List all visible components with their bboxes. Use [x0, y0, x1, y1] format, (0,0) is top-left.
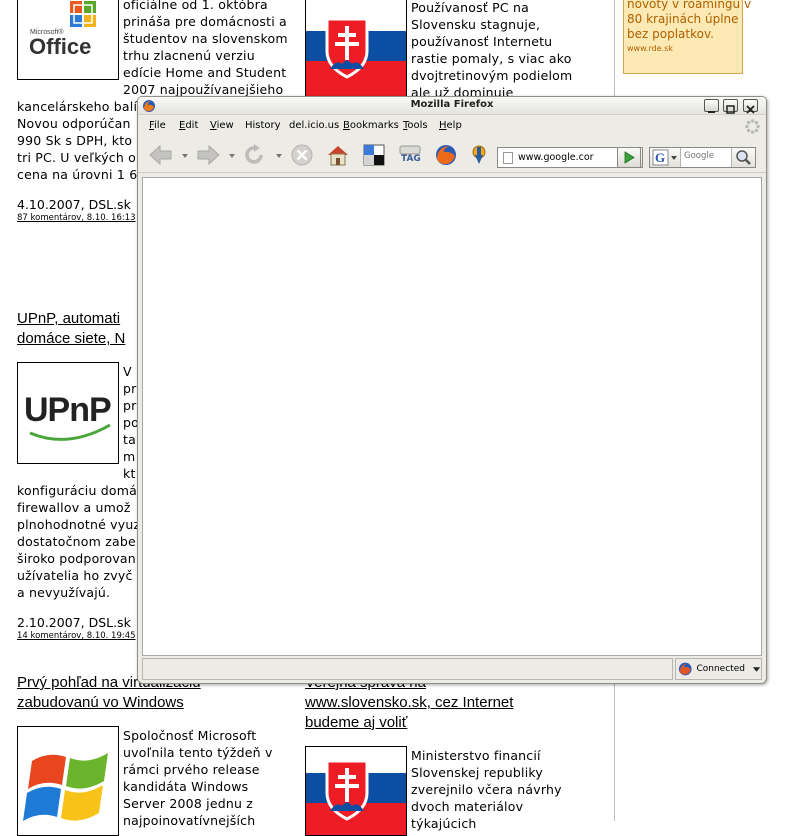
tag-button[interactable]: TAG [396, 143, 424, 167]
upnp-swoosh-icon [29, 423, 111, 441]
activity-throbber-icon [745, 119, 760, 134]
roaming-ad-text: novoty v roamingu v 80 krajinách úplne b… [627, 0, 752, 41]
search-submit-button[interactable] [731, 148, 755, 167]
article1-body-line-4: tri PC. U veľkých o [17, 150, 137, 165]
status-message-panel [142, 658, 673, 680]
office-logo-text: Office [29, 34, 92, 59]
menu-bookmarks[interactable]: Bookmarks [343, 120, 399, 131]
article4-intro: Spoločnosť Microsoft uvoľnila tento týžd… [123, 728, 273, 828]
menu-history[interactable]: History [245, 120, 281, 131]
window-title: Mozilla Firefox [410, 99, 494, 110]
article1-body-line-2: Novou odporúčan [17, 116, 131, 131]
article3-comments-link[interactable]: 14 komentárov, 8.10. 19:45 [17, 631, 136, 641]
reload-icon [245, 144, 263, 164]
search-bar[interactable]: G [649, 147, 756, 168]
article3-date: 2.10.2007, DSL.sk [17, 615, 131, 630]
maximize-icon [726, 105, 735, 114]
svg-text:G: G [655, 150, 665, 165]
slovakia-flag-thumbnail[interactable] [305, 0, 407, 100]
status-bar: Connected [142, 658, 762, 680]
article1-intro: oficiálne od 1. októbra prináša pre domá… [123, 0, 288, 97]
delicious-icon [363, 144, 385, 166]
firefox-icon-button[interactable] [432, 143, 460, 167]
windows-logo-thumbnail[interactable] [17, 726, 119, 836]
go-button[interactable] [617, 147, 641, 168]
article1-body-line-3: 990 Sk s DPH, kto [17, 133, 133, 148]
back-history-dropdown-icon[interactable] [182, 154, 188, 158]
forward-arrow-icon [197, 144, 220, 166]
minimize-button[interactable] [704, 99, 719, 113]
menu-edit[interactable]: Edit [179, 120, 198, 131]
google-engine-icon: G [652, 149, 677, 166]
slovakia-flag-thumbnail-2[interactable] [305, 746, 407, 836]
reload-button[interactable] [241, 143, 269, 167]
roaming-ad-url[interactable]: www.rde.sk [627, 44, 739, 53]
minimize-icon [708, 111, 715, 113]
page-favicon-icon [503, 151, 513, 164]
browser-content-area[interactable] [142, 177, 762, 656]
stop-icon [291, 144, 313, 166]
search-input[interactable] [684, 151, 728, 161]
tag-label: TAG [401, 154, 421, 164]
connection-dropdown-icon[interactable] [752, 665, 761, 673]
article1-comments-link[interactable]: 87 komentárov, 8.10. 16:13 [17, 213, 136, 223]
article1-body-line-1: kancelárskeho balí [17, 99, 138, 114]
download-arrow-icon [472, 145, 486, 164]
article1-date: 4.10.2007, DSL.sk [17, 197, 131, 212]
forward-button[interactable] [194, 143, 222, 167]
search-engine-selector[interactable]: G [650, 148, 681, 167]
article5-intro: Ministerstvo financií Slovenskej republi… [411, 748, 562, 831]
close-button[interactable] [743, 99, 758, 114]
menu-view[interactable]: View [210, 120, 234, 131]
windows-logo-icon [23, 753, 108, 821]
window-titlebar[interactable]: Mozilla Firefox [138, 97, 766, 115]
home-icon [328, 146, 348, 166]
forward-history-dropdown-icon[interactable] [229, 154, 235, 158]
article2-intro: Používanosť PC na Slovensku stagnuje, po… [411, 0, 573, 100]
connection-status-panel[interactable]: Connected [675, 658, 762, 680]
download-button[interactable] [465, 143, 493, 167]
connection-status-label: Connected [696, 664, 745, 674]
menu-bar: File Edit View History del.icio.us Bookm… [138, 117, 766, 135]
menu-delicious[interactable]: del.icio.us [289, 120, 339, 131]
back-button[interactable] [147, 143, 175, 167]
reload-dropdown-icon[interactable] [276, 154, 282, 158]
maximize-button[interactable] [723, 99, 738, 114]
delicious-button[interactable] [361, 143, 387, 167]
menu-tools[interactable]: Tools [403, 120, 428, 131]
connection-globe-icon [678, 662, 692, 676]
article1-body-line-5: cena na úrovni 1 6 [17, 167, 138, 182]
go-arrow-icon [624, 151, 635, 164]
search-icon [736, 150, 751, 165]
slovakia-flag-icon [306, 0, 406, 99]
firefox-globe-icon [436, 145, 456, 165]
menu-file[interactable]: File [149, 120, 166, 131]
upnp-logo-thumbnail[interactable]: UPnP [17, 362, 119, 464]
slovakia-flag-icon-2 [306, 747, 406, 835]
back-arrow-icon [149, 144, 172, 166]
menu-help[interactable]: Help [439, 120, 462, 131]
firefox-window[interactable]: Mozilla Firefox File Edit View History d… [137, 96, 767, 684]
roaming-ad[interactable]: novoty v roamingu v 80 krajinách úplne b… [623, 0, 752, 74]
home-button[interactable] [324, 143, 352, 167]
url-input[interactable] [518, 152, 604, 163]
office-logo-thumbnail[interactable]: Microsoft® Office [17, 0, 119, 80]
article3-body: konfiguráciu domá firewallov a umož plno… [17, 483, 141, 600]
stop-button[interactable] [288, 143, 316, 167]
article3-headline-link[interactable]: UPnP, automati domáce siete, N [17, 309, 125, 349]
close-icon [746, 105, 755, 114]
